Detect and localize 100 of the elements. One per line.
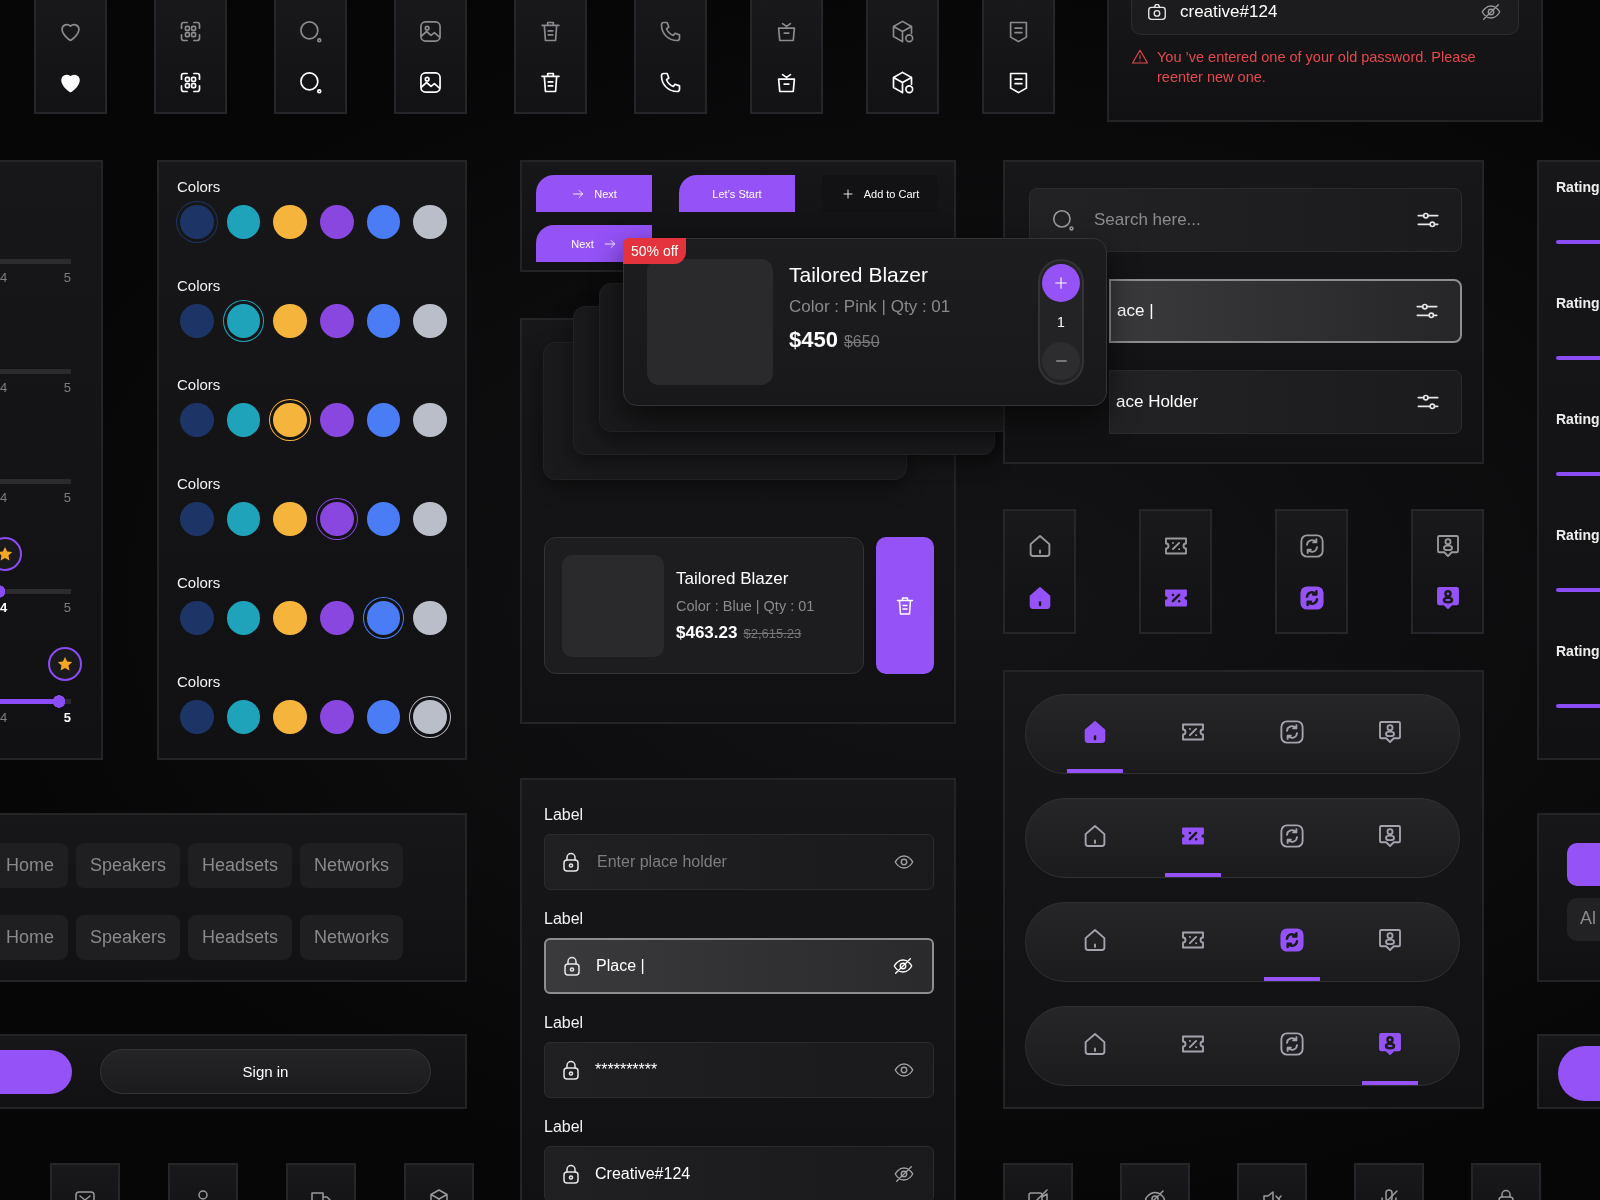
tick-label: 4 — [0, 600, 8, 615]
product-title: Tailored Blazer — [789, 263, 929, 287]
eye-off-icon — [892, 955, 914, 977]
minus-icon — [1055, 360, 1067, 362]
error-message: You ’ve entered one of your old password. Please reenter new one. — [1157, 48, 1477, 87]
color-swatch[interactable] — [180, 304, 214, 338]
color-swatch[interactable] — [273, 205, 307, 239]
color-swatch[interactable] — [180, 502, 214, 536]
search-field[interactable]: Search here... — [1029, 188, 1462, 252]
color-swatch[interactable] — [226, 403, 261, 437]
rating-label: Rating — [1556, 179, 1600, 195]
search-field[interactable]: ace | — [1109, 279, 1462, 343]
input-field[interactable]: Place | — [544, 938, 934, 994]
color-swatch[interactable] — [366, 700, 401, 734]
filter-chip[interactable]: Al — [1567, 898, 1600, 941]
color-swatch[interactable] — [226, 205, 261, 239]
rating-label: Rating — [1556, 643, 1600, 659]
slider-fill[interactable] — [0, 585, 5, 598]
search-icon — [1050, 207, 1076, 233]
quantity-value: 1 — [1057, 314, 1065, 330]
color-swatch[interactable] — [320, 304, 354, 338]
category-chip[interactable]: Home — [0, 843, 68, 888]
color-swatch[interactable] — [366, 502, 401, 536]
tick-label: 5 — [63, 380, 71, 395]
color-swatch[interactable] — [413, 403, 448, 437]
increase-button[interactable] — [1042, 264, 1080, 302]
rating-slider-fill[interactable] — [1556, 704, 1600, 708]
field-label: Label — [544, 910, 585, 928]
color-swatch[interactable] — [366, 403, 401, 437]
color-swatch[interactable] — [273, 502, 307, 536]
color-swatch[interactable] — [366, 205, 401, 239]
color-swatch[interactable] — [320, 601, 354, 635]
next-button[interactable]: Next — [536, 175, 652, 212]
primary-button[interactable] — [0, 1049, 72, 1094]
color-swatch[interactable] — [226, 502, 261, 536]
text-input[interactable]: Enter place holder — [595, 852, 881, 872]
color-swatch[interactable] — [413, 601, 448, 635]
tick-label: 5 — [63, 710, 71, 725]
color-swatch[interactable] — [226, 700, 261, 734]
color-swatch[interactable] — [180, 700, 214, 734]
category-chip[interactable]: Headsets — [188, 915, 293, 960]
section-label: Colors — [177, 376, 222, 393]
category-chip[interactable]: Home — [0, 915, 68, 960]
image-icon — [417, 18, 444, 45]
search-input[interactable]: Search here... — [1092, 209, 1399, 231]
color-swatch[interactable] — [180, 601, 214, 635]
section-label: Colors — [177, 475, 222, 492]
color-swatch[interactable] — [273, 601, 307, 635]
category-chip[interactable]: Networks — [300, 915, 404, 960]
category-chip[interactable]: Headsets — [188, 843, 293, 888]
tick-label: 4 — [0, 380, 8, 395]
old-price: $650 — [843, 333, 880, 351]
field-label: Label — [544, 806, 585, 824]
tick-label: 4 — [0, 270, 8, 285]
section-label: Colors — [177, 574, 222, 591]
color-swatch[interactable] — [320, 700, 354, 734]
primary-button[interactable] — [1558, 1046, 1600, 1101]
warning-icon — [1131, 48, 1149, 66]
plus-icon — [840, 186, 855, 201]
color-swatch[interactable] — [273, 700, 307, 734]
color-swatch[interactable] — [320, 205, 354, 239]
discount-badge: 50% off — [623, 238, 687, 264]
search-icon — [297, 69, 324, 96]
category-chip[interactable]: Networks — [300, 843, 404, 888]
star-icon — [56, 655, 75, 673]
color-swatch[interactable] — [273, 304, 307, 338]
password-field[interactable]: creative#124 — [1131, 0, 1519, 35]
field-label: Label — [544, 1014, 585, 1032]
field-label: Label — [544, 1118, 585, 1136]
search-icon — [297, 18, 324, 45]
start-button[interactable]: Let’s Start — [679, 175, 795, 212]
eye-off-icon — [893, 1163, 915, 1185]
product-details: Color : Blue | Qty : 01 — [676, 597, 815, 614]
color-swatch[interactable] — [180, 403, 214, 437]
section-label: Colors — [177, 178, 222, 195]
color-swatch[interactable] — [413, 304, 448, 338]
sign-in-button[interactable]: Sign in — [100, 1049, 431, 1094]
color-swatch[interactable] — [226, 601, 261, 635]
tick-label: 5 — [63, 600, 71, 615]
product-title: Tailored Blazer — [676, 568, 790, 589]
color-swatch[interactable] — [413, 205, 448, 239]
section-label: Colors — [177, 673, 222, 690]
star-icon — [0, 545, 14, 563]
eye-off-icon — [1480, 1, 1502, 23]
color-swatch[interactable] — [320, 403, 354, 437]
category-chip[interactable]: Speakers — [76, 843, 181, 888]
rating-label: Rating — [1556, 295, 1600, 311]
category-chip[interactable]: Speakers — [76, 915, 181, 960]
tick-label: 4 — [0, 490, 8, 505]
product-details: Color : Pink | Qty : 01 — [789, 297, 951, 317]
color-swatch[interactable] — [366, 304, 401, 338]
color-swatch[interactable] — [413, 502, 448, 536]
input-field[interactable]: Creative#124 — [544, 1146, 934, 1200]
camera-icon — [1146, 1, 1168, 23]
plus-icon — [1052, 274, 1070, 292]
input-field[interactable]: Enter place holder — [544, 834, 934, 890]
rating-label: Rating — [1556, 411, 1600, 427]
search-field[interactable]: ace Holder — [1109, 370, 1462, 434]
input-field[interactable]: ********** — [544, 1042, 934, 1098]
product-price: $463.23 — [676, 622, 738, 643]
